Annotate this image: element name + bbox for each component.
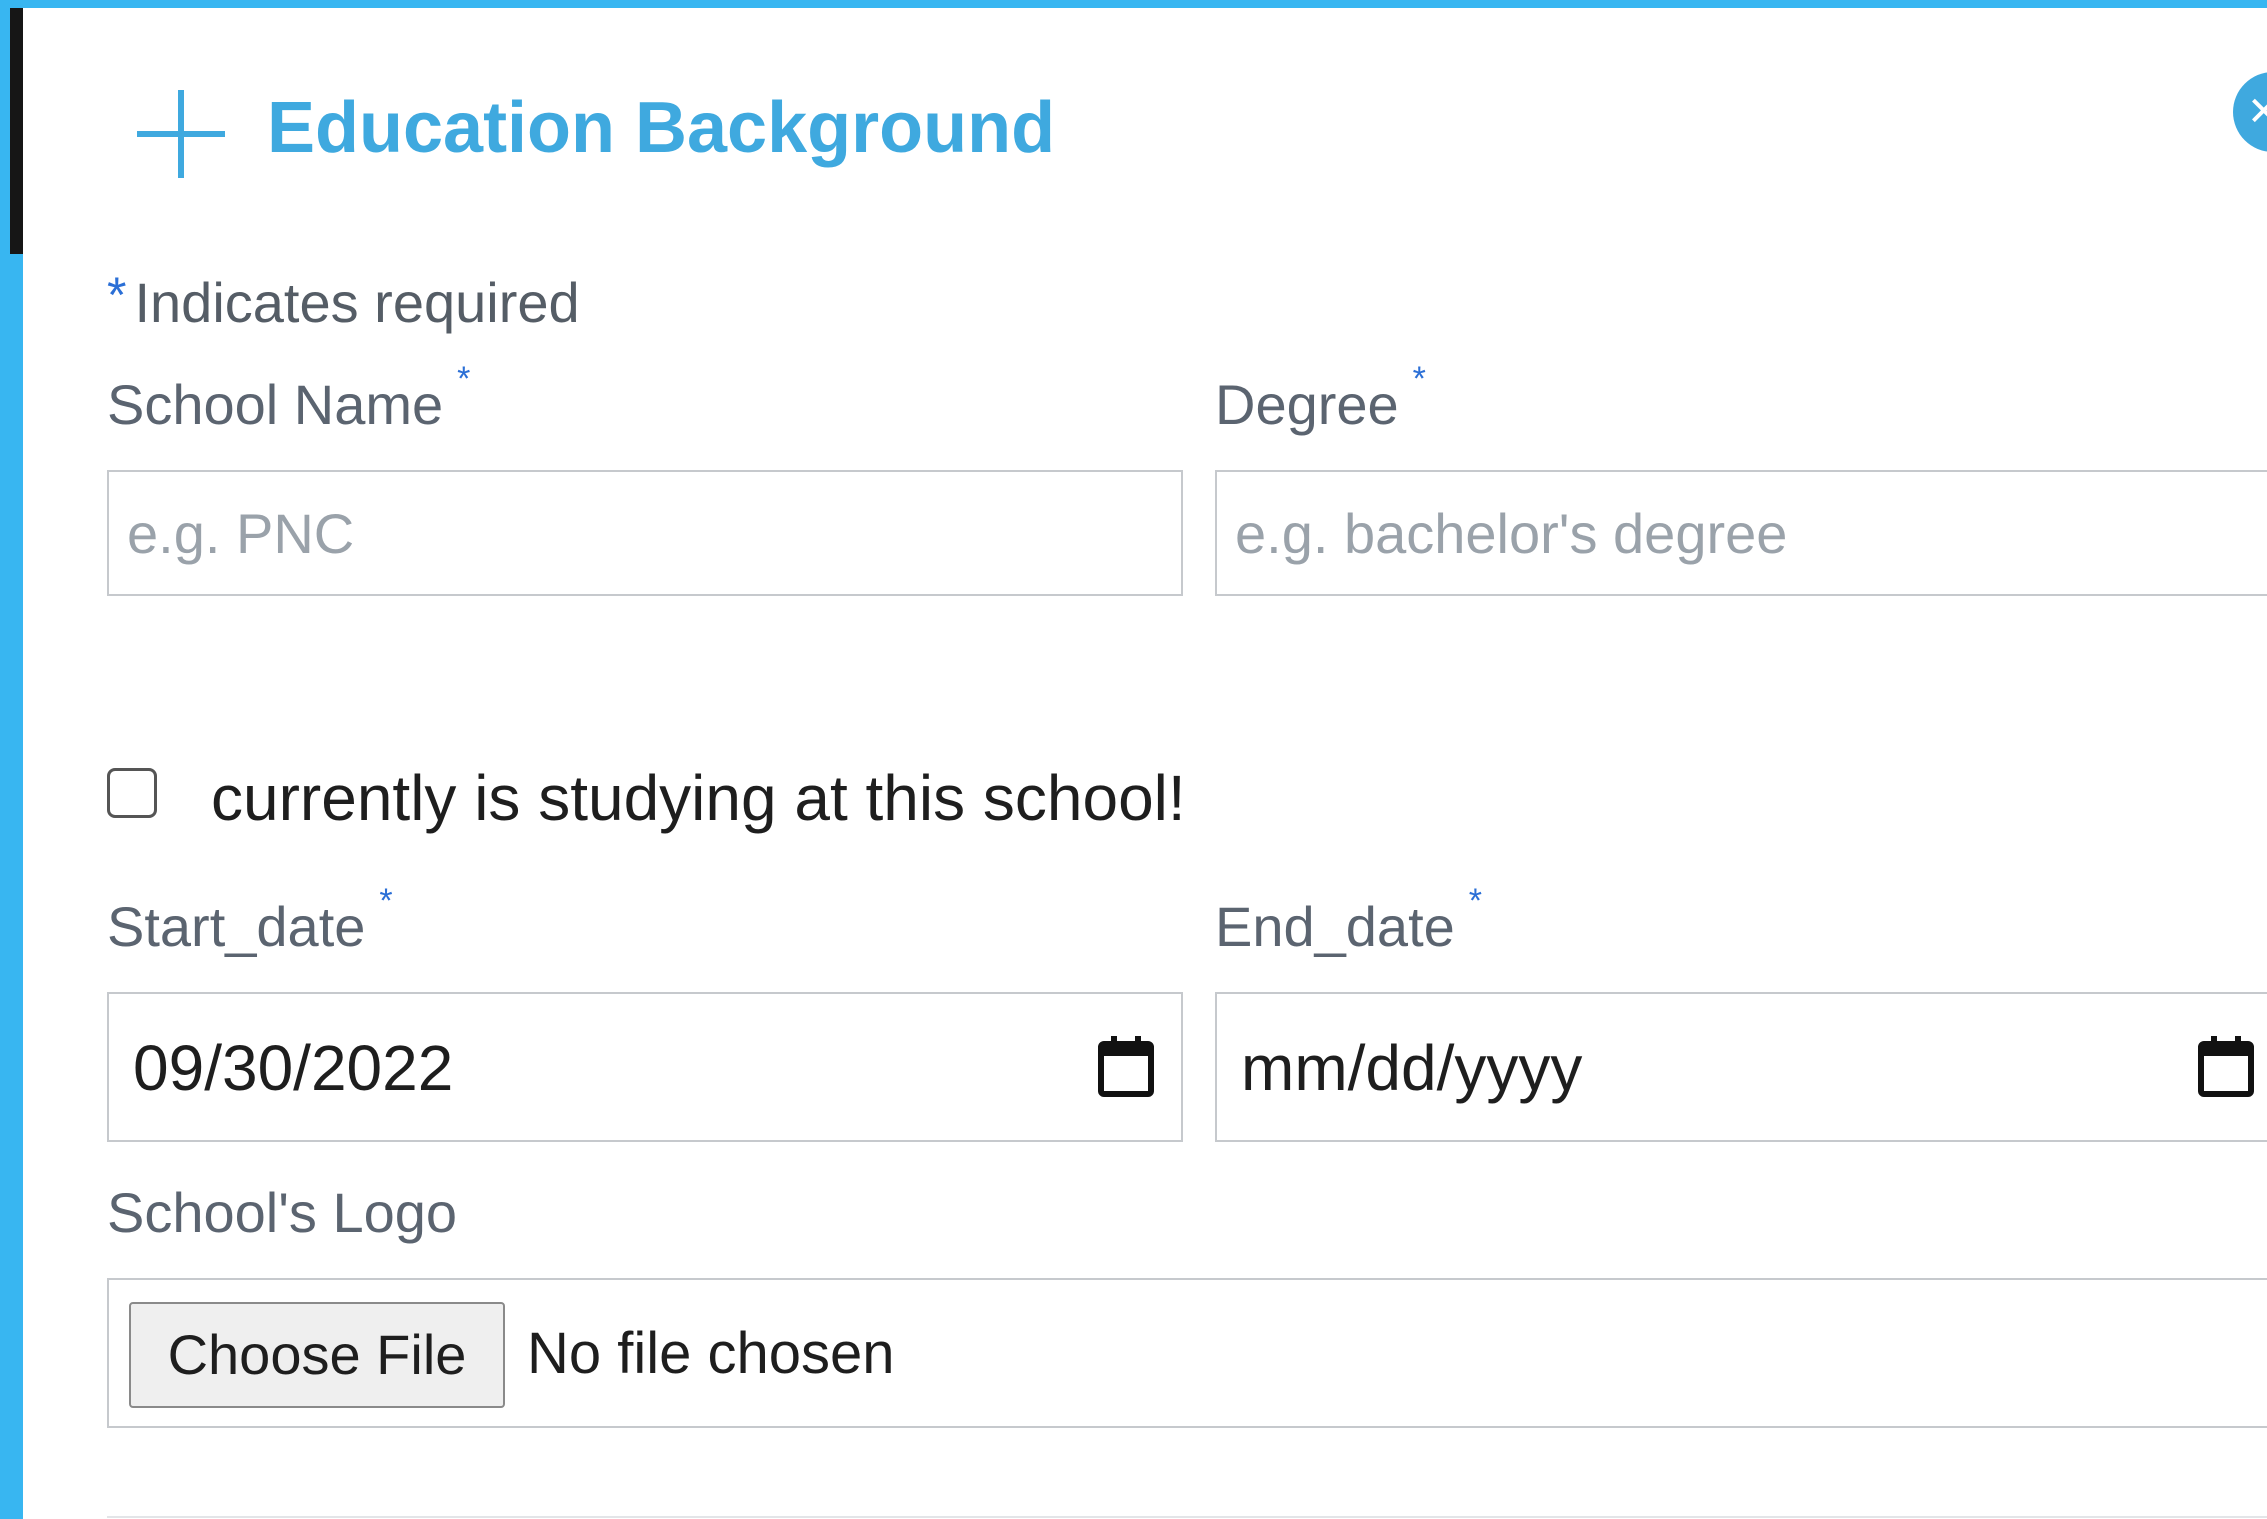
school-logo-file-input[interactable]: Choose File No file chosen — [107, 1278, 2267, 1428]
end-date-label-text: End_date — [1215, 895, 1455, 958]
school-name-input[interactable] — [107, 470, 1183, 596]
required-note: * Indicates required — [107, 267, 580, 340]
currently-studying-label[interactable]: currently is studying at this school! — [211, 760, 1186, 836]
screen: Education Background ✕ * Indicates requir… — [0, 0, 2267, 1519]
dialog-title: Education Background — [267, 88, 1056, 168]
required-star: * — [107, 267, 127, 323]
required-mark: * — [1468, 882, 1483, 920]
choose-file-button[interactable]: Choose File — [129, 1302, 505, 1408]
end-date-value: mm/dd/yyyy — [1241, 1032, 1583, 1104]
required-note-text: Indicates required — [134, 271, 580, 334]
close-button[interactable]: ✕ — [2233, 72, 2267, 152]
required-mark: * — [1412, 360, 1426, 398]
degree-label: Degree * — [1215, 360, 1426, 448]
degree-label-text: Degree — [1215, 373, 1399, 436]
calendar-icon[interactable] — [1097, 1036, 1155, 1098]
calendar-icon[interactable] — [2197, 1036, 2255, 1098]
degree-input[interactable] — [1215, 470, 2267, 596]
education-dialog: Education Background ✕ * Indicates requir… — [23, 8, 2267, 1519]
required-mark: * — [379, 882, 393, 920]
start-date-value: 09/30/2022 — [133, 1032, 454, 1104]
start-date-input[interactable]: 09/30/2022 — [107, 992, 1183, 1142]
file-status: No file chosen — [527, 1321, 895, 1386]
currently-studying-checkbox[interactable] — [107, 768, 157, 818]
required-mark: * — [457, 360, 471, 398]
school-name-label-text: School Name — [107, 373, 444, 436]
school-name-label: School Name * — [107, 360, 470, 448]
close-icon: ✕ — [2247, 90, 2267, 134]
divider — [107, 1516, 2267, 1518]
window-top-border — [0, 0, 2267, 8]
school-logo-label: School's Logo — [107, 1181, 458, 1244]
plus-icon[interactable] — [129, 82, 233, 186]
start-date-label-text: Start_date — [107, 895, 366, 958]
start-date-label: Start_date * — [107, 882, 393, 970]
end-date-label: End_date * — [1215, 882, 1482, 970]
end-date-input[interactable]: mm/dd/yyyy — [1215, 992, 2267, 1142]
scroll-edge — [10, 8, 23, 254]
